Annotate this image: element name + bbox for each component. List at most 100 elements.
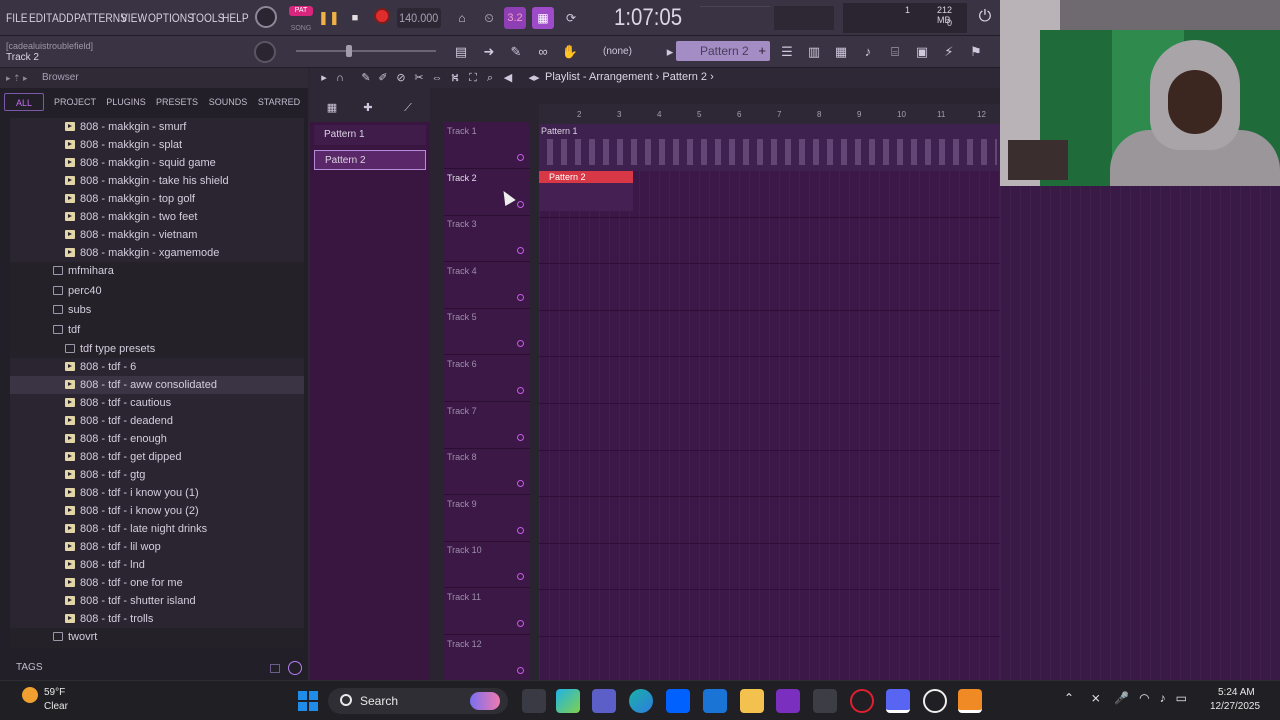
browser-preset-item[interactable]: 808 - makkgin - squid game [10, 154, 304, 172]
track-header[interactable]: Track 3 [444, 215, 530, 263]
tempo-tap-icon[interactable]: ⚑ [965, 42, 987, 62]
track-header[interactable]: Track 11 [444, 588, 530, 635]
weather-desc[interactable]: Clear [44, 701, 68, 712]
browser-folder-item[interactable]: tdf type presets [10, 340, 304, 358]
browser-preset-item[interactable]: 808 - makkgin - two feet [10, 208, 304, 226]
browser-preset-item[interactable]: 808 - tdf - enough [10, 430, 304, 448]
menu-file[interactable]: FILE [6, 0, 31, 36]
track-mute-icon[interactable] [517, 433, 524, 441]
track-name[interactable]: Track 4 [447, 266, 477, 276]
track-lane[interactable] [539, 310, 1000, 358]
browser-preset-item[interactable]: 808 - makkgin - smurf [10, 118, 304, 136]
camera-icon[interactable] [813, 689, 837, 713]
windows-start-icon[interactable] [298, 691, 318, 711]
fl-studio-icon[interactable] [958, 689, 982, 713]
power-icon[interactable]: ⏻ [974, 6, 996, 28]
track-header[interactable]: Track 6 [444, 355, 530, 402]
scroll-arrows-icon[interactable]: ◂▸ [526, 70, 542, 86]
tab-sounds[interactable]: SOUNDS [206, 93, 250, 111]
track-mute-icon[interactable] [517, 620, 524, 627]
playlist-menu-icon[interactable]: ▸ [316, 70, 332, 86]
track-name[interactable]: Track 8 [447, 452, 477, 462]
tags-label[interactable]: TAGS [16, 662, 42, 673]
browser-preset-item[interactable]: 808 - tdf - lnd [10, 556, 304, 574]
track-name[interactable]: Track 5 [447, 312, 477, 322]
folder-icon[interactable] [270, 664, 280, 673]
browser-folder-item[interactable]: tdf [10, 320, 304, 340]
pattern-picker-item-selected[interactable]: Pattern 2 [314, 150, 426, 170]
browser-icon[interactable]: ⌸ [884, 42, 906, 62]
browser-preset-item[interactable]: 808 - tdf - get dipped [10, 448, 304, 466]
add-pattern-button[interactable]: + [758, 41, 766, 61]
track-lane[interactable] [539, 450, 1000, 498]
teams-icon[interactable] [592, 689, 616, 713]
wifi-icon[interactable]: ◠ [1139, 691, 1149, 705]
browser-preset-item[interactable]: 808 - tdf - cautious [10, 394, 304, 412]
track-lane[interactable] [539, 404, 1000, 451]
hand-icon[interactable]: ✋ [559, 42, 581, 62]
track-name[interactable]: Track 2 [447, 173, 477, 183]
volume-icon[interactable]: ♪ [1160, 691, 1166, 705]
browser-folder-item[interactable]: twovrt [10, 628, 304, 648]
edge-icon[interactable] [629, 689, 653, 713]
pattern-clip[interactable]: Pattern 1 [539, 124, 1000, 171]
track-name[interactable]: Track 9 [447, 499, 477, 509]
draw-tool-icon[interactable]: ✎ [505, 42, 527, 62]
speaker-icon[interactable]: ◀ [500, 70, 516, 86]
track-name[interactable]: Track 12 [447, 639, 482, 649]
copilot-icon[interactable] [556, 689, 580, 713]
browser-folder-item[interactable]: perc40 [10, 281, 304, 301]
track-mute-icon[interactable] [517, 247, 524, 255]
opera-icon[interactable] [850, 689, 874, 713]
track-lane[interactable] [539, 217, 1000, 265]
track-mute-icon[interactable] [517, 573, 524, 581]
track-lane[interactable] [539, 357, 1000, 404]
playlist-lanes[interactable]: Pattern 1 Pattern 2 [539, 124, 1000, 684]
track-name[interactable]: Track 3 [447, 219, 477, 229]
tab-all[interactable]: ALL [4, 93, 44, 111]
plugin-icon[interactable]: ▣ [911, 42, 933, 62]
curve-icon[interactable]: ⟋ [400, 100, 416, 116]
master-volume-knob[interactable] [255, 6, 277, 28]
add-clip-icon[interactable]: ✚ [360, 100, 376, 116]
piano-icon[interactable]: ▦ [324, 100, 340, 116]
track-name[interactable]: Track 11 [447, 592, 481, 602]
pause-button[interactable]: ❚❚ [318, 7, 340, 29]
track-mute-icon[interactable] [517, 480, 524, 488]
track-header[interactable]: Track 2 [444, 169, 530, 216]
timeline-ruler[interactable]: 2 3 4 5 6 7 8 9 10 11 12 [539, 104, 1000, 124]
track-lane[interactable] [539, 543, 1000, 591]
search-icon[interactable] [288, 661, 302, 675]
weather-temp[interactable]: 59°F [44, 687, 65, 698]
arrow-right-icon[interactable]: ➜ [478, 42, 500, 62]
track-header[interactable]: Track 1 [444, 122, 530, 169]
blend-recording-icon[interactable]: ▦ [532, 7, 554, 29]
track-lane[interactable] [539, 497, 1000, 544]
task-view-icon[interactable] [522, 689, 546, 713]
track-header[interactable]: Track 4 [444, 262, 530, 309]
wait-for-input-icon[interactable]: ⏲ [478, 7, 500, 29]
browser-preset-item[interactable]: 808 - tdf - i know you (2) [10, 502, 304, 520]
clock-time[interactable]: 5:24 AM [1218, 687, 1255, 698]
browser-preset-item[interactable]: 808 - makkgin - splat [10, 136, 304, 154]
dropbox-icon[interactable] [666, 689, 690, 713]
browser-preset-item[interactable]: 808 - tdf - aww consolidated [10, 376, 304, 394]
track-header[interactable]: Track 7 [444, 402, 530, 449]
mail-icon[interactable] [703, 689, 727, 713]
track-mute-icon[interactable] [517, 666, 524, 674]
browser-preset-item[interactable]: 808 - makkgin - xgamemode [10, 244, 304, 262]
track-mute-icon[interactable] [517, 200, 524, 208]
snap-select[interactable]: (none) [597, 43, 659, 61]
track-mute-icon[interactable] [517, 526, 524, 534]
mixer-icon[interactable]: ▦ [830, 42, 852, 62]
stop-button[interactable]: ■ [345, 7, 365, 29]
browser-preset-item[interactable]: 808 - tdf - 6 [10, 358, 304, 376]
system-tray[interactable]: ⌃ ⨯ 🎤 ◠ ♪ ▭ [1064, 691, 1204, 711]
browser-preset-item[interactable]: 808 - tdf - one for me [10, 574, 304, 592]
track-name[interactable]: Track 10 [447, 545, 482, 555]
track-header[interactable]: Track 12 [444, 635, 530, 682]
delete-icon[interactable]: ⊘ [393, 70, 409, 86]
slice-icon[interactable]: ⛕ [447, 70, 463, 86]
discord-icon[interactable] [886, 689, 910, 713]
tab-presets[interactable]: PRESETS [153, 93, 201, 111]
